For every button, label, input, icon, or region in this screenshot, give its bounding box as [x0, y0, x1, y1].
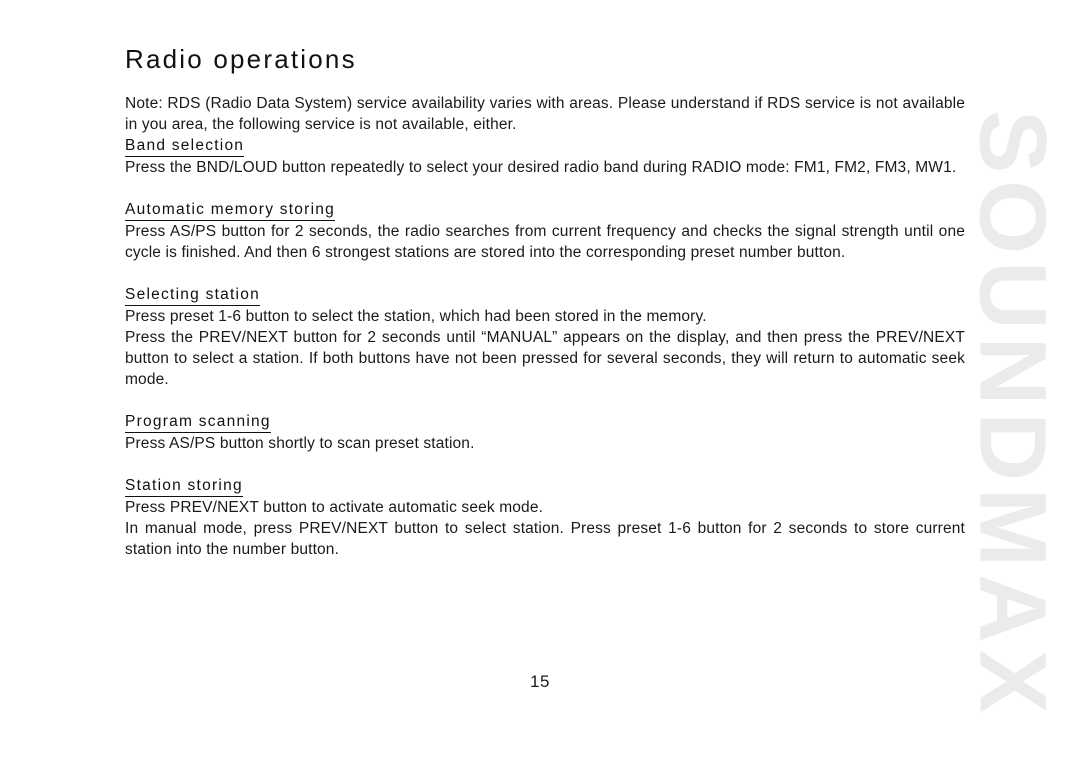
document-page: SOUNDMAX Radio operations Note: RDS (Rad… [0, 0, 1080, 761]
section-paragraph-selecting-station-1: Press the PREV/NEXT button for 2 seconds… [125, 329, 965, 389]
document-content: Radio operations Note: RDS (Radio Data S… [125, 44, 965, 560]
section-paragraph-automatic-memory-storing-0: Press AS/PS button for 2 seconds, the ra… [125, 223, 965, 262]
section-heading-row: Program scanning [125, 411, 965, 434]
section-heading-automatic-memory-storing: Automatic memory storing [125, 199, 336, 222]
section-heading-row: Automatic memory storing [125, 199, 965, 222]
soundmax-watermark: SOUNDMAX [959, 109, 1066, 721]
section-heading-row: Station storing [125, 475, 965, 498]
page-title: Radio operations [125, 44, 357, 74]
section-paragraph-selecting-station-0: Press preset 1-6 button to select the st… [125, 308, 707, 326]
section-paragraph-station-storing-1: In manual mode, press PREV/NEXT button t… [125, 520, 965, 559]
page-number: 15 [530, 672, 550, 691]
section-heading-program-scanning: Program scanning [125, 411, 271, 434]
section-heading-row: Band selection [125, 135, 965, 158]
section-heading-station-storing: Station storing [125, 475, 243, 498]
section-heading-band-selection: Band selection [125, 135, 245, 158]
section-paragraph-station-storing-0: Press PREV/NEXT button to activate autom… [125, 499, 544, 517]
section-heading-row: Selecting station [125, 284, 965, 307]
intro-note-paragraph: Note: RDS (Radio Data System) service av… [125, 95, 965, 134]
section-paragraph-band-selection-0: Press the BND/LOUD button repeatedly to … [125, 159, 957, 177]
section-paragraph-program-scanning-0: Press AS/PS button shortly to scan prese… [125, 435, 475, 453]
section-heading-selecting-station: Selecting station [125, 284, 260, 307]
